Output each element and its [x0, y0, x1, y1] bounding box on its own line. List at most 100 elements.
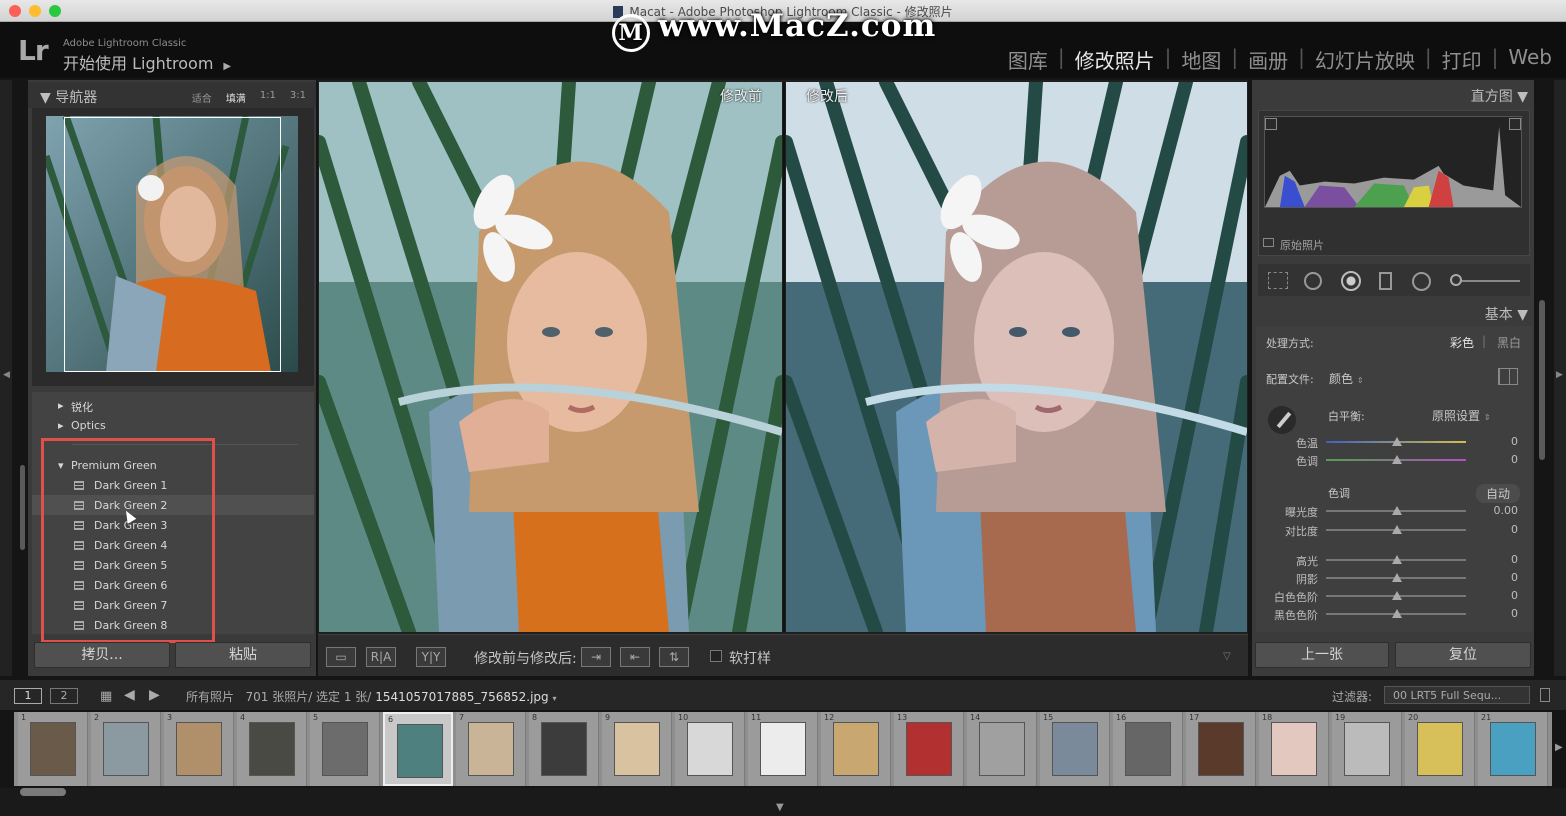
original-photo-checkbox[interactable]	[1263, 238, 1274, 247]
zoom-3-1[interactable]: 3:1	[290, 90, 306, 105]
forward-arrow-icon[interactable]: ▶	[149, 687, 160, 703]
filmstrip-thumbnail[interactable]: 6	[383, 712, 453, 786]
after-photo[interactable]	[786, 82, 1247, 632]
copy-button[interactable]: 拷贝...	[34, 642, 170, 668]
navigator-view-frame[interactable]	[64, 117, 281, 372]
graduated-filter-icon[interactable]	[1379, 272, 1392, 290]
previous-button[interactable]: 上一张	[1255, 642, 1389, 668]
filmstrip-thumbnail[interactable]: 21	[1478, 712, 1548, 786]
module-book[interactable]: 画册	[1248, 45, 1288, 74]
auto-tone-button[interactable]: 自动	[1476, 484, 1521, 503]
filmstrip-thumbnail[interactable]: 2	[91, 712, 161, 786]
blacks-slider-thumb[interactable]	[1392, 609, 1402, 618]
profile-dropdown[interactable]: 颜色 ⇕	[1329, 370, 1364, 387]
treatment-color-option[interactable]: 彩色	[1450, 334, 1474, 351]
histogram-graph[interactable]	[1264, 116, 1522, 208]
whites-value[interactable]: 0	[1488, 589, 1518, 602]
preset-group-sharpen[interactable]: ▸ 锐化	[32, 395, 314, 415]
navigator-header[interactable]: ▼ 导航器 适合 填满 1:1 3:1	[28, 82, 316, 108]
filmstrip-thumbnail[interactable]: 7	[456, 712, 526, 786]
spot-removal-icon[interactable]	[1304, 272, 1322, 290]
filmstrip-thumbnail[interactable]: 9	[602, 712, 672, 786]
filmstrip-thumbnail[interactable]: 19	[1332, 712, 1402, 786]
exposure-value[interactable]: 0.00	[1488, 504, 1519, 517]
exposure-slider-thumb[interactable]	[1392, 506, 1402, 515]
temp-slider-thumb[interactable]	[1392, 437, 1402, 446]
zoom-fit[interactable]: 适合	[192, 90, 212, 105]
filmstrip-thumbnail[interactable]: 11	[748, 712, 818, 786]
filmstrip-thumbnail[interactable]: 1	[18, 712, 88, 786]
filmstrip-thumbnail[interactable]: 20	[1405, 712, 1475, 786]
whites-slider-thumb[interactable]	[1392, 591, 1402, 600]
shadows-value[interactable]: 0	[1488, 571, 1518, 584]
toolbar-menu-chevron-icon[interactable]: ▽	[1223, 651, 1231, 662]
before-photo[interactable]	[319, 82, 782, 632]
eyedropper-icon[interactable]	[1268, 406, 1296, 434]
filmstrip-scrollbar[interactable]	[20, 788, 66, 796]
red-eye-icon[interactable]	[1341, 271, 1361, 291]
shadow-clipping-toggle[interactable]	[1265, 118, 1277, 130]
temp-value[interactable]: 0	[1488, 435, 1518, 448]
filmstrip-thumbnail[interactable]: 12	[821, 712, 891, 786]
filmstrip-thumbnail[interactable]: 5	[310, 712, 380, 786]
highlights-value[interactable]: 0	[1488, 553, 1518, 566]
filmstrip-thumbnail[interactable]: 17	[1186, 712, 1256, 786]
filmstrip-thumbnail[interactable]: 16	[1113, 712, 1183, 786]
zoom-1-1[interactable]: 1:1	[260, 90, 276, 105]
grid-view-icon[interactable]: ▦	[100, 689, 112, 704]
right-scrollbar[interactable]	[1539, 300, 1545, 460]
filmstrip-thumbnail[interactable]: 13	[894, 712, 964, 786]
wb-dropdown[interactable]: 原照设置 ⇕	[1432, 407, 1491, 424]
preset-group-optics[interactable]: ▸ Optics	[32, 415, 314, 435]
highlights-slider-thumb[interactable]	[1392, 555, 1402, 564]
copy-before-to-after-button[interactable]: ⇥	[581, 647, 611, 667]
filmstrip-right-arrow-icon[interactable]: ▶	[1555, 742, 1563, 753]
zoom-fill[interactable]: 填满	[226, 90, 246, 105]
treatment-bw-option[interactable]: 黑白	[1497, 334, 1521, 351]
highlight-clipping-toggle[interactable]	[1509, 118, 1521, 130]
contrast-value[interactable]: 0	[1488, 523, 1518, 536]
tint-value[interactable]: 0	[1488, 453, 1518, 466]
filter-lock-icon[interactable]	[1540, 688, 1550, 702]
bottom-panel-toggle-icon[interactable]: ▼	[776, 802, 784, 813]
back-arrow-icon[interactable]: ◀	[124, 687, 135, 703]
filmstrip-thumbnail[interactable]: 18	[1259, 712, 1329, 786]
before-after-lr-button[interactable]: R|A	[366, 647, 396, 667]
histogram-header[interactable]: 直方图 ▼	[1471, 86, 1528, 106]
before-after-split-button[interactable]: Y|Y	[416, 647, 446, 667]
contrast-slider-thumb[interactable]	[1392, 525, 1402, 534]
module-library[interactable]: 图库	[1008, 45, 1048, 74]
reset-button[interactable]: 复位	[1395, 642, 1531, 668]
identity-plate[interactable]: 开始使用 Lightroom ▶	[63, 50, 231, 74]
adjustment-brush-icon[interactable]	[1450, 274, 1462, 286]
filmstrip-thumbnail[interactable]: 3	[164, 712, 234, 786]
primary-display-button[interactable]: 1	[14, 688, 42, 704]
blacks-value[interactable]: 0	[1488, 607, 1518, 620]
profile-browser-icon[interactable]	[1498, 368, 1518, 385]
filmstrip-thumbnail[interactable]: 14	[967, 712, 1037, 786]
module-develop[interactable]: 修改照片	[1075, 45, 1155, 74]
module-map[interactable]: 地图	[1181, 45, 1221, 74]
secondary-display-button[interactable]: 2	[50, 688, 78, 704]
filmstrip-thumbnail[interactable]: 15	[1040, 712, 1110, 786]
module-slideshow[interactable]: 幻灯片放映	[1315, 45, 1415, 74]
module-web[interactable]: Web	[1508, 45, 1552, 74]
filmstrip-thumbnail[interactable]: 10	[675, 712, 745, 786]
crop-tool-icon[interactable]	[1268, 272, 1288, 289]
soft-proof-checkbox[interactable]	[710, 650, 722, 662]
filmstrip-thumbnail[interactable]: 4	[237, 712, 307, 786]
basic-header[interactable]: 基本 ▼	[1485, 304, 1528, 324]
module-print[interactable]: 打印	[1442, 45, 1482, 74]
tint-slider-thumb[interactable]	[1392, 455, 1402, 464]
filmstrip-thumbnail[interactable]: 8	[529, 712, 599, 786]
loupe-view-button[interactable]: ▭	[326, 647, 356, 667]
paste-button[interactable]: 粘贴	[175, 642, 311, 668]
radial-filter-icon[interactable]	[1412, 272, 1431, 291]
copy-after-to-before-button[interactable]: ⇤	[620, 647, 650, 667]
shadows-slider-thumb[interactable]	[1392, 573, 1402, 582]
left-scrollbar[interactable]	[20, 465, 25, 550]
filmstrip-source[interactable]: 所有照片 701 张照片/ 选定 1 张/ 1541057017885_7568…	[186, 688, 556, 705]
filter-dropdown[interactable]: 00 LRT5 Full Sequ...	[1384, 686, 1530, 704]
brush-slider-track[interactable]	[1452, 280, 1520, 282]
swap-before-after-button[interactable]: ⇅	[659, 647, 689, 667]
